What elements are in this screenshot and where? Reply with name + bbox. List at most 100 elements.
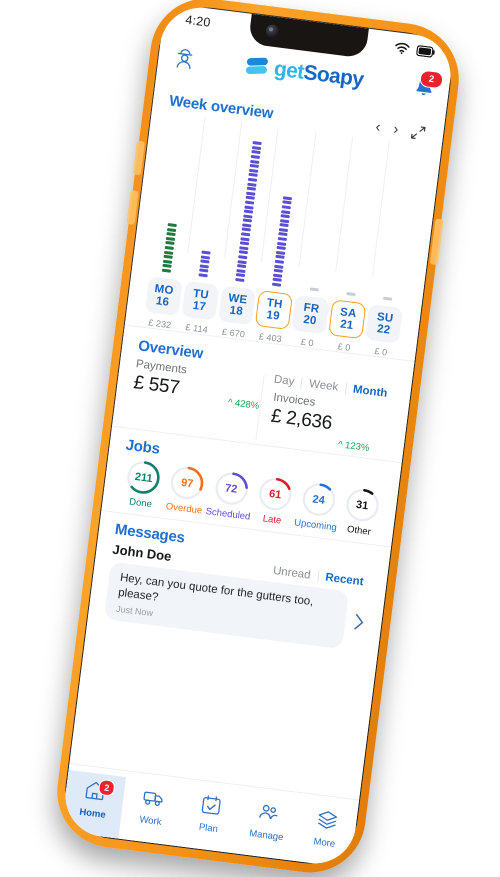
truck-icon [140,785,165,815]
day-amount: £ 0 [373,345,388,358]
tab-work[interactable]: Work [119,777,185,846]
job-stat[interactable]: 97 Overdue [162,463,212,517]
chart-bar-segment [251,154,261,160]
chart-bar [161,223,177,273]
job-count: 72 [224,481,239,496]
chart-bar-segment [280,218,290,223]
job-count: 97 [180,476,195,490]
chevron-left-icon[interactable]: ‹ [375,118,382,135]
chart-bar-segment [247,182,257,187]
worker-profile-icon[interactable] [173,45,196,76]
tab-plan[interactable]: Plan [177,785,243,854]
job-count: 61 [268,487,283,501]
chart-bar-segment [240,236,251,242]
chart-bar-segment [382,296,393,301]
chart-bar-segment [246,191,256,196]
chart-bar-segment [252,145,262,150]
chart-bar-segment [164,250,174,255]
chart-bar-segment [249,168,259,173]
chart-bar-segment [240,241,250,246]
chart-bar-segment [245,195,256,201]
tab-label: More [312,836,336,850]
week-overview-section: Week overview ‹ › MO 16 £ 232 TU 17 £ 114 WE 18… [125,80,446,361]
job-ring-gauge: 31 [343,486,382,525]
day-number: 18 [228,304,244,319]
job-stat[interactable]: 211 Done [118,457,168,511]
chart-bar-segment [272,282,282,287]
job-label: Overdue [165,501,203,517]
chart-bar-segment [243,214,253,219]
messages-tab-recent[interactable]: Recent [316,570,372,590]
chart-bar-segment [200,259,210,264]
tab-home[interactable]: 2 Home [60,769,127,839]
chart-bar-segment [248,177,258,182]
tab-more[interactable]: More [293,799,359,868]
layers-icon [314,807,339,837]
job-label: Other [346,523,372,538]
chart-bar-segment [236,268,246,273]
chart-bar-segment [166,232,176,237]
job-ring-gauge: 61 [256,475,295,514]
job-label: Done [128,496,153,511]
day-chip[interactable]: FR 20 [291,294,330,335]
logo-text: getSoapy [272,56,365,91]
day-chip[interactable]: SA 21 [328,299,367,340]
chart-bar-segment [275,255,286,260]
chart-bar [198,250,211,278]
chart-bar-segment [238,255,248,260]
logo-get: get [272,56,306,84]
chart-bar [309,287,319,292]
chart-bar-segment [235,277,245,283]
job-stat[interactable]: 61 Late [250,474,300,528]
chart-bar-segment [281,209,291,214]
chart-bar-segment [162,264,172,269]
chart-bar-segment [274,268,284,274]
chart-bar-segment [237,264,247,269]
chart-bar-segment [276,250,286,255]
chart-bar-segment [201,250,211,255]
chart-bar-segment [161,268,172,273]
day-chip[interactable]: MO 16 [144,276,183,317]
job-stat[interactable]: 31 Other [336,485,386,539]
chevron-right-icon[interactable] [352,612,366,633]
status-time: 4:20 [184,12,212,30]
day-number: 20 [302,313,318,328]
day-number: 21 [339,318,355,333]
chart-bar-segment [167,227,177,232]
job-count: 24 [311,492,326,507]
job-ring-gauge: 72 [212,469,251,508]
day-number: 16 [155,295,170,309]
day-chip[interactable]: SU 22 [365,303,404,344]
chart-bar-segment [244,209,254,214]
day-cell: SU 22 £ 0 [362,303,405,359]
day-cell: TU 17 £ 114 [178,280,221,336]
job-count: 211 [134,470,154,485]
job-ring-gauge: 97 [168,463,207,502]
logo-soapy: Soapy [302,60,365,91]
day-chip[interactable]: WE 18 [217,285,257,326]
job-ring-gauge: 211 [124,458,163,497]
chart-bar-segment [282,205,292,210]
notification-bell-button[interactable]: 2 [412,69,444,105]
day-number: 19 [265,309,281,323]
tab-label: Plan [198,821,219,836]
messages-tab-unread[interactable]: Unread [265,564,318,582]
job-label: Scheduled [204,506,251,523]
chart-bar-segment [241,227,252,232]
chart-bar-segment [276,246,287,251]
job-ring-gauge: 24 [299,480,338,519]
day-chip[interactable]: TH 19 [254,290,293,330]
phone-screen: 4:20 getSoapy 2 Week overview ‹ › MO 16 … [60,2,456,869]
chart-bar-segment [243,218,253,223]
job-stat[interactable]: 24 Upcoming [293,480,343,534]
chart-bar-segment [283,196,293,201]
day-chip[interactable]: TU 17 [181,280,220,321]
chart-bar-segment [278,237,288,242]
calendar-icon [198,793,223,823]
expand-icon[interactable] [410,124,426,140]
day-amount: £ 0 [300,336,315,349]
tab-manage[interactable]: Manage [235,792,301,861]
chevron-right-icon[interactable]: › [392,121,399,138]
job-stat[interactable]: 72 Scheduled [204,468,256,523]
day-cell: MO 16 £ 232 [141,276,184,331]
